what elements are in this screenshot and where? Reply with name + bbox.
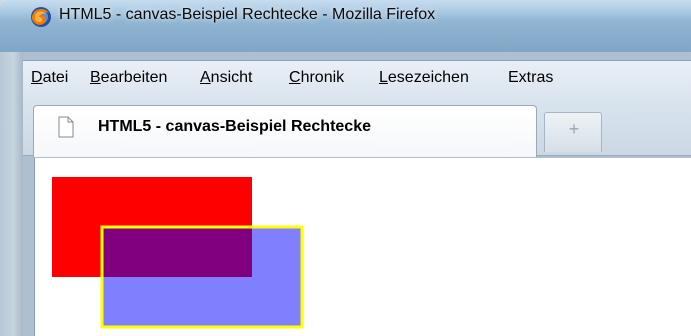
menu-ansicht[interactable]: Ansicht [200, 69, 252, 87]
menu-lesezeichen[interactable]: Lesezeichen [379, 69, 469, 87]
firefox-icon[interactable] [30, 6, 52, 28]
overlap-rectangle [102, 227, 252, 277]
window-title: HTML5 - canvas-Beispiel Rechtecke - Mozi… [59, 6, 436, 23]
menu-chronik[interactable]: Chronik [289, 69, 344, 87]
page-content [34, 158, 691, 336]
new-tab-button[interactable]: + [544, 112, 602, 152]
page-icon [58, 116, 74, 138]
tab-label: HTML5 - canvas-Beispiel Rechtecke [98, 118, 371, 135]
html5-canvas [52, 177, 304, 329]
menu-bearbeiten[interactable]: Bearbeiten [90, 69, 167, 87]
menu-datei[interactable]: Datei [31, 69, 68, 87]
menu-bar: Datei Bearbeiten Ansicht Chronik Lesezei… [23, 60, 691, 99]
title-bar[interactable]: HTML5 - canvas-Beispiel Rechtecke - Mozi… [0, 0, 691, 52]
plus-icon: + [568, 119, 580, 139]
browser-window: HTML5 - canvas-Beispiel Rechtecke - Mozi… [0, 0, 691, 336]
menu-extras[interactable]: Extras [508, 69, 553, 87]
